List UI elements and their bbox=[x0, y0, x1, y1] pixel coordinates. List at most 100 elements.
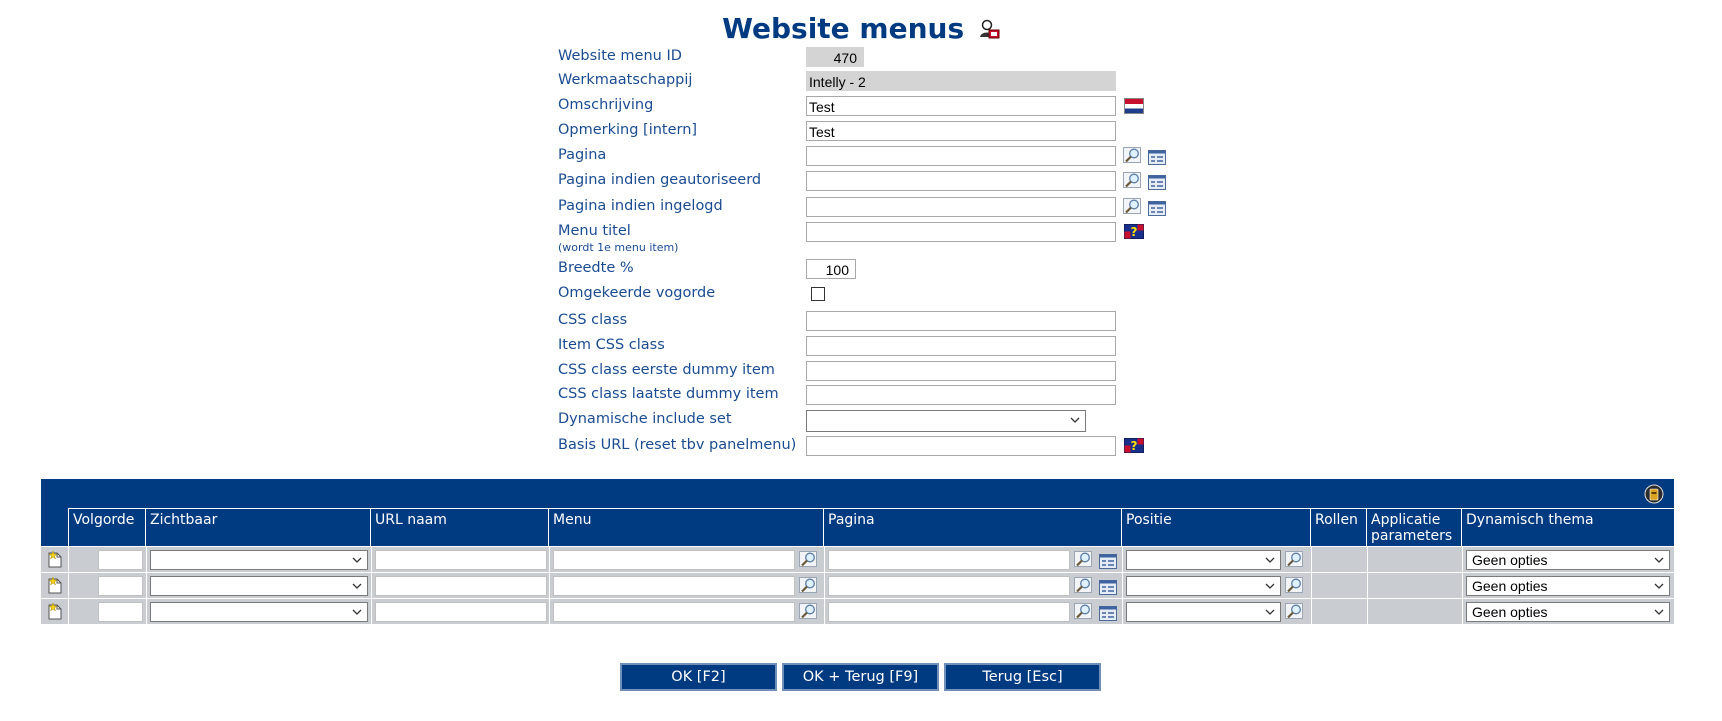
grid-header-bar bbox=[41, 479, 1674, 508]
new-item-icon[interactable] bbox=[47, 550, 63, 568]
list-icon[interactable] bbox=[1147, 199, 1167, 217]
column-header[interactable]: URL naam bbox=[371, 509, 549, 546]
url-naam-input[interactable] bbox=[375, 602, 547, 622]
search-icon[interactable] bbox=[1074, 603, 1094, 621]
list-icon[interactable] bbox=[1098, 604, 1118, 622]
search-icon[interactable] bbox=[1285, 603, 1305, 621]
column-header[interactable]: Zichtbaar bbox=[146, 509, 371, 546]
list-icon[interactable] bbox=[1098, 578, 1118, 596]
field-label: CSS class laatste dummy item bbox=[558, 386, 779, 402]
field-row-opmerking: Opmerking [intern] Test bbox=[558, 120, 1208, 144]
list-icon[interactable] bbox=[1147, 173, 1167, 191]
opmerking-input[interactable]: Test bbox=[806, 121, 1116, 141]
menu-input[interactable] bbox=[553, 602, 795, 622]
search-icon[interactable] bbox=[799, 603, 819, 621]
clear-cache-icon[interactable] bbox=[1644, 484, 1664, 504]
field-row-pagina: Pagina bbox=[558, 145, 1208, 169]
field-row-basis-url: Basis URL (reset tbv panelmenu) bbox=[558, 435, 1208, 459]
volgorde-input[interactable] bbox=[98, 602, 143, 622]
dynamisch-thema-select[interactable]: Geen opties bbox=[1466, 602, 1670, 622]
search-icon[interactable] bbox=[1123, 172, 1143, 190]
chevron-down-icon bbox=[1653, 554, 1665, 566]
menu-input[interactable] bbox=[553, 576, 795, 596]
menu-input[interactable] bbox=[553, 550, 795, 570]
column-header[interactable]: Menu bbox=[549, 509, 824, 546]
chevron-down-icon bbox=[351, 606, 363, 618]
menu-titel-input[interactable] bbox=[806, 222, 1116, 242]
field-label: Opmerking [intern] bbox=[558, 122, 698, 138]
field-row-breedte: Breedte % 100 bbox=[558, 258, 1208, 282]
new-item-icon[interactable] bbox=[47, 576, 63, 594]
column-header[interactable]: Pagina bbox=[824, 509, 1122, 546]
search-icon[interactable] bbox=[1285, 551, 1305, 569]
item-css-class-input[interactable] bbox=[806, 336, 1116, 356]
column-header[interactable]: Positie bbox=[1122, 509, 1311, 546]
column-header[interactable]: Volgorde bbox=[69, 509, 146, 546]
search-icon[interactable] bbox=[1123, 198, 1143, 216]
omschrijving-input[interactable]: Test bbox=[806, 96, 1116, 116]
field-row-pagina-ingelogd: Pagina indien ingelogd bbox=[558, 196, 1208, 220]
field-label: Basis URL (reset tbv panelmenu) bbox=[558, 437, 797, 453]
chevron-down-icon bbox=[1264, 606, 1276, 618]
css-class-input[interactable] bbox=[806, 311, 1116, 331]
user-settings-icon[interactable] bbox=[978, 14, 1000, 47]
pagina-ingelogd-input[interactable] bbox=[806, 197, 1116, 217]
back-button[interactable]: Terug [Esc] bbox=[944, 663, 1101, 691]
volgorde-input[interactable] bbox=[98, 576, 143, 596]
css-eerste-dummy-input[interactable] bbox=[806, 361, 1116, 381]
field-row-css-class: CSS class bbox=[558, 310, 1208, 334]
zichtbaar-select[interactable] bbox=[150, 550, 368, 570]
breedte-input[interactable]: 100 bbox=[806, 259, 856, 279]
dynamische-include-set-select[interactable] bbox=[806, 410, 1086, 432]
field-row-werkmaatschappij: Werkmaatschappij Intelly - 2 bbox=[558, 70, 1208, 94]
positie-select[interactable] bbox=[1126, 576, 1281, 596]
menu-id-field: 470 bbox=[806, 47, 864, 67]
field-label: Pagina indien geautoriseerd bbox=[558, 172, 762, 188]
list-icon[interactable] bbox=[1098, 552, 1118, 570]
pagina-input[interactable] bbox=[828, 602, 1070, 622]
column-header[interactable]: Dynamisch thema bbox=[1462, 509, 1674, 546]
pagina-input[interactable] bbox=[806, 146, 1116, 166]
search-icon[interactable] bbox=[799, 551, 819, 569]
pagina-geautoriseerd-input[interactable] bbox=[806, 171, 1116, 191]
search-icon[interactable] bbox=[1074, 577, 1094, 595]
url-naam-input[interactable] bbox=[375, 550, 547, 570]
column-header[interactable]: Applicatie parameters bbox=[1367, 509, 1462, 546]
field-label: Item CSS class bbox=[558, 337, 665, 353]
field-label: Website menu ID bbox=[558, 48, 682, 64]
page-title: Website menus bbox=[0, 12, 1722, 47]
css-laatste-dummy-input[interactable] bbox=[806, 385, 1116, 405]
ok-back-button[interactable]: OK + Terug [F9] bbox=[782, 663, 939, 691]
omgekeerde-vogorde-checkbox[interactable] bbox=[811, 287, 825, 301]
table-row: Geen opties bbox=[41, 572, 1674, 598]
pagina-input[interactable] bbox=[828, 576, 1070, 596]
list-icon[interactable] bbox=[1147, 148, 1167, 166]
search-icon[interactable] bbox=[1285, 577, 1305, 595]
search-icon[interactable] bbox=[1074, 551, 1094, 569]
help-icon[interactable] bbox=[1124, 437, 1144, 455]
zichtbaar-select[interactable] bbox=[150, 602, 368, 622]
new-item-icon[interactable] bbox=[47, 602, 63, 620]
basis-url-input[interactable] bbox=[806, 436, 1116, 456]
search-icon[interactable] bbox=[1123, 147, 1143, 165]
help-icon[interactable] bbox=[1124, 223, 1144, 241]
search-icon[interactable] bbox=[799, 577, 819, 595]
chevron-down-icon bbox=[351, 554, 363, 566]
url-naam-input[interactable] bbox=[375, 576, 547, 596]
pagina-input[interactable] bbox=[828, 550, 1070, 570]
grid-column-headers: Volgorde Zichtbaar URL naam Menu Pagina … bbox=[69, 508, 1674, 546]
positie-select[interactable] bbox=[1126, 550, 1281, 570]
volgorde-input[interactable] bbox=[98, 550, 143, 570]
dynamisch-thema-select[interactable]: Geen opties bbox=[1466, 550, 1670, 570]
field-row-omgekeerde-vogorde: Omgekeerde vogorde bbox=[558, 283, 1208, 307]
column-header[interactable]: Rollen bbox=[1311, 509, 1367, 546]
language-flag-icon[interactable] bbox=[1124, 97, 1144, 115]
chevron-down-icon bbox=[351, 580, 363, 592]
ok-button[interactable]: OK [F2] bbox=[620, 663, 777, 691]
positie-select[interactable] bbox=[1126, 602, 1281, 622]
field-row-omschrijving: Omschrijving Test bbox=[558, 95, 1208, 119]
zichtbaar-select[interactable] bbox=[150, 576, 368, 596]
select-value: Geen opties bbox=[1472, 552, 1548, 568]
dynamisch-thema-select[interactable]: Geen opties bbox=[1466, 576, 1670, 596]
chevron-down-icon bbox=[1264, 554, 1276, 566]
